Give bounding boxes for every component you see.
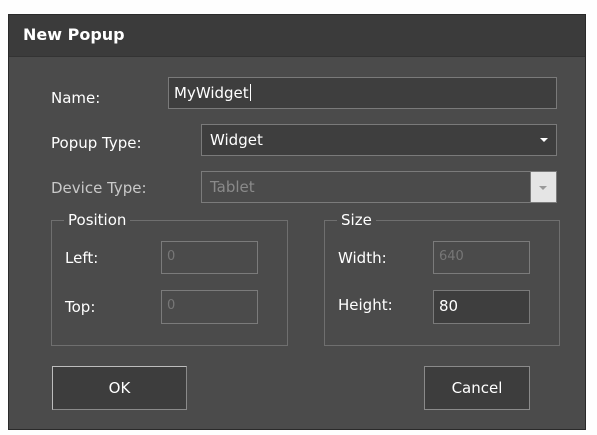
top-input[interactable]: 0 xyxy=(161,290,258,324)
height-label: Height: xyxy=(338,296,393,314)
name-input[interactable]: MyWidget xyxy=(168,77,557,109)
name-label: Name: xyxy=(51,89,101,107)
name-value: MyWidget xyxy=(174,84,249,102)
position-legend: Position xyxy=(64,210,131,230)
text-cursor xyxy=(249,84,251,101)
width-input[interactable]: 640 xyxy=(433,241,530,274)
left-input[interactable]: 0 xyxy=(161,241,258,274)
size-group: Size xyxy=(324,210,560,346)
size-legend: Size xyxy=(337,210,376,230)
dialog-titlebar[interactable]: New Popup xyxy=(9,15,585,57)
width-label: Width: xyxy=(338,249,387,267)
chevron-down-icon xyxy=(539,186,547,190)
dialog-title: New Popup xyxy=(23,25,125,44)
top-label: Top: xyxy=(65,298,96,316)
device-type-dropdown-button[interactable] xyxy=(530,172,556,202)
left-label: Left: xyxy=(65,249,99,267)
position-group: Position xyxy=(51,210,288,346)
popup-type-label: Popup Type: xyxy=(51,134,142,152)
ok-button[interactable]: OK xyxy=(52,366,187,410)
device-type-select[interactable]: Tablet xyxy=(201,171,557,203)
popup-type-value: Widget xyxy=(210,131,263,149)
chevron-down-icon xyxy=(540,138,548,142)
new-popup-dialog: New Popup Name: MyWidget Popup Type: Wid… xyxy=(8,14,586,430)
device-type-value: Tablet xyxy=(210,178,255,196)
popup-type-select[interactable]: Widget xyxy=(201,124,557,156)
height-input[interactable]: 80 xyxy=(433,290,530,324)
cancel-button[interactable]: Cancel xyxy=(424,366,530,410)
device-type-label: Device Type: xyxy=(51,179,147,197)
